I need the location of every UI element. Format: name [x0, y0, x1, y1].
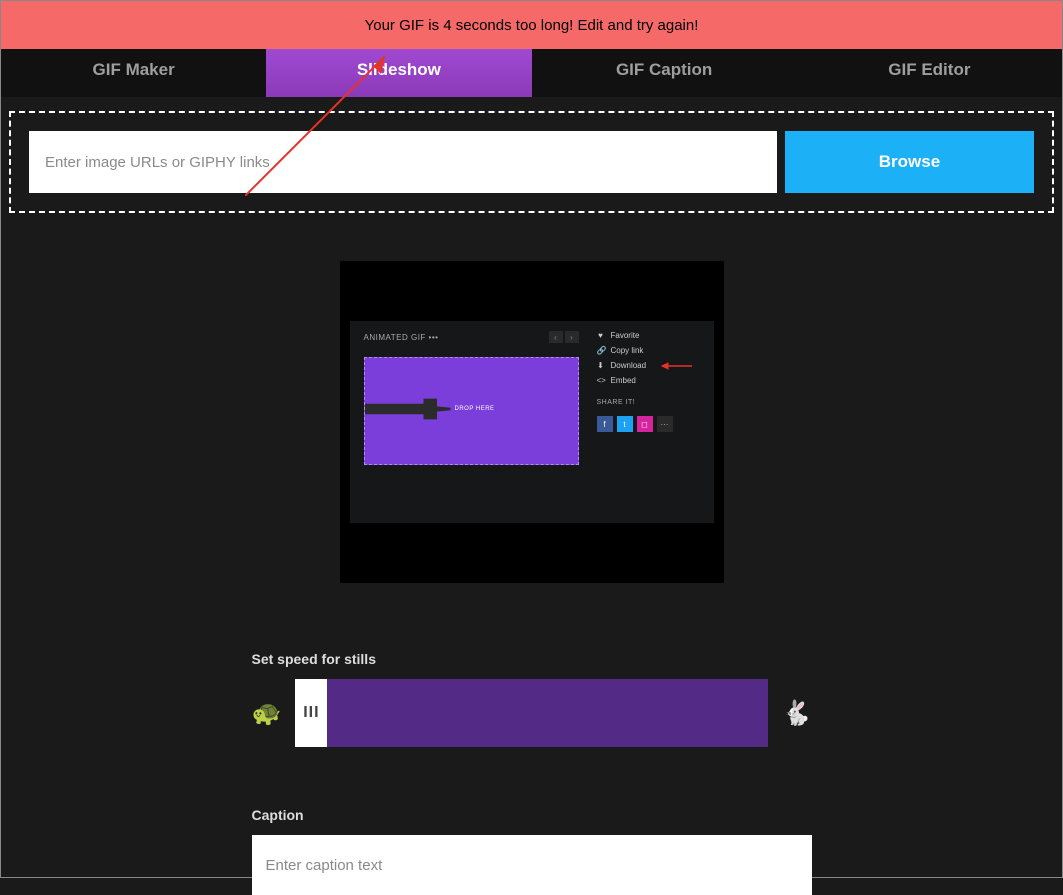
action-label: Favorite [611, 331, 640, 340]
nav-next-icon[interactable]: › [565, 331, 579, 343]
action-favorite[interactable]: ♥ Favorite [597, 331, 700, 340]
url-input[interactable] [29, 131, 777, 193]
action-copy-link[interactable]: 🔗 Copy link [597, 346, 700, 355]
preview-gif: DROP HERE [364, 357, 579, 465]
rabbit-icon: 🐇 [782, 699, 812, 728]
action-label: Download [611, 361, 647, 370]
tabs: GIF Maker Slideshow GIF Caption GIF Edit… [1, 43, 1062, 97]
speed-label: Set speed for stills [252, 651, 812, 667]
embed-icon: <> [597, 376, 605, 385]
speed-row: 🐢 III 🐇 [252, 679, 812, 747]
share-more-icon[interactable]: ⋯ [657, 416, 673, 432]
annotation-arrow-download [658, 362, 692, 370]
caption-input[interactable] [252, 835, 812, 895]
action-label: Copy link [611, 346, 644, 355]
browse-button[interactable]: Browse [785, 131, 1034, 193]
tab-gif-editor[interactable]: GIF Editor [797, 43, 1062, 97]
drop-here-label: DROP HERE [455, 406, 495, 412]
controls: Set speed for stills 🐢 III 🐇 Caption [252, 651, 812, 895]
tab-slideshow[interactable]: Slideshow [266, 43, 531, 97]
action-download[interactable]: ⬇ Download [597, 361, 700, 370]
share-title: SHARE IT! [597, 399, 700, 406]
action-embed[interactable]: <> Embed [597, 376, 700, 385]
caption-section: Caption [252, 807, 812, 895]
share-facebook-icon[interactable]: f [597, 416, 613, 432]
share-row: f t ◻ ⋯ [597, 416, 700, 432]
hand-graphic [364, 396, 451, 422]
preview-area: ANIMATED GIF ••• ‹ › DROP HERE ♥ Favorite… [340, 261, 724, 583]
speed-slider[interactable]: III [295, 679, 767, 747]
nav-prev-icon[interactable]: ‹ [549, 331, 563, 343]
heart-icon: ♥ [597, 331, 605, 340]
preview-type-label: ANIMATED GIF ••• [364, 333, 439, 342]
download-icon: ⬇ [597, 361, 605, 370]
tab-gif-caption[interactable]: GIF Caption [532, 43, 797, 97]
share-twitter-icon[interactable]: t [617, 416, 633, 432]
preview-card: ANIMATED GIF ••• ‹ › DROP HERE ♥ Favorite… [350, 321, 714, 523]
link-icon: 🔗 [597, 346, 605, 355]
share-instagram-icon[interactable]: ◻ [637, 416, 653, 432]
preview-actions: ♥ Favorite 🔗 Copy link ⬇ Download <> Embed S… [597, 331, 700, 509]
speed-slider-handle[interactable]: III [295, 679, 327, 747]
action-label: Embed [611, 376, 636, 385]
preview-nav: ‹ › [549, 331, 579, 343]
tab-gif-maker[interactable]: GIF Maker [1, 43, 266, 97]
upload-dropzone[interactable]: Browse [9, 111, 1054, 213]
turtle-icon: 🐢 [252, 699, 282, 728]
error-banner: Your GIF is 4 seconds too long! Edit and… [1, 1, 1062, 49]
caption-label: Caption [252, 807, 812, 823]
